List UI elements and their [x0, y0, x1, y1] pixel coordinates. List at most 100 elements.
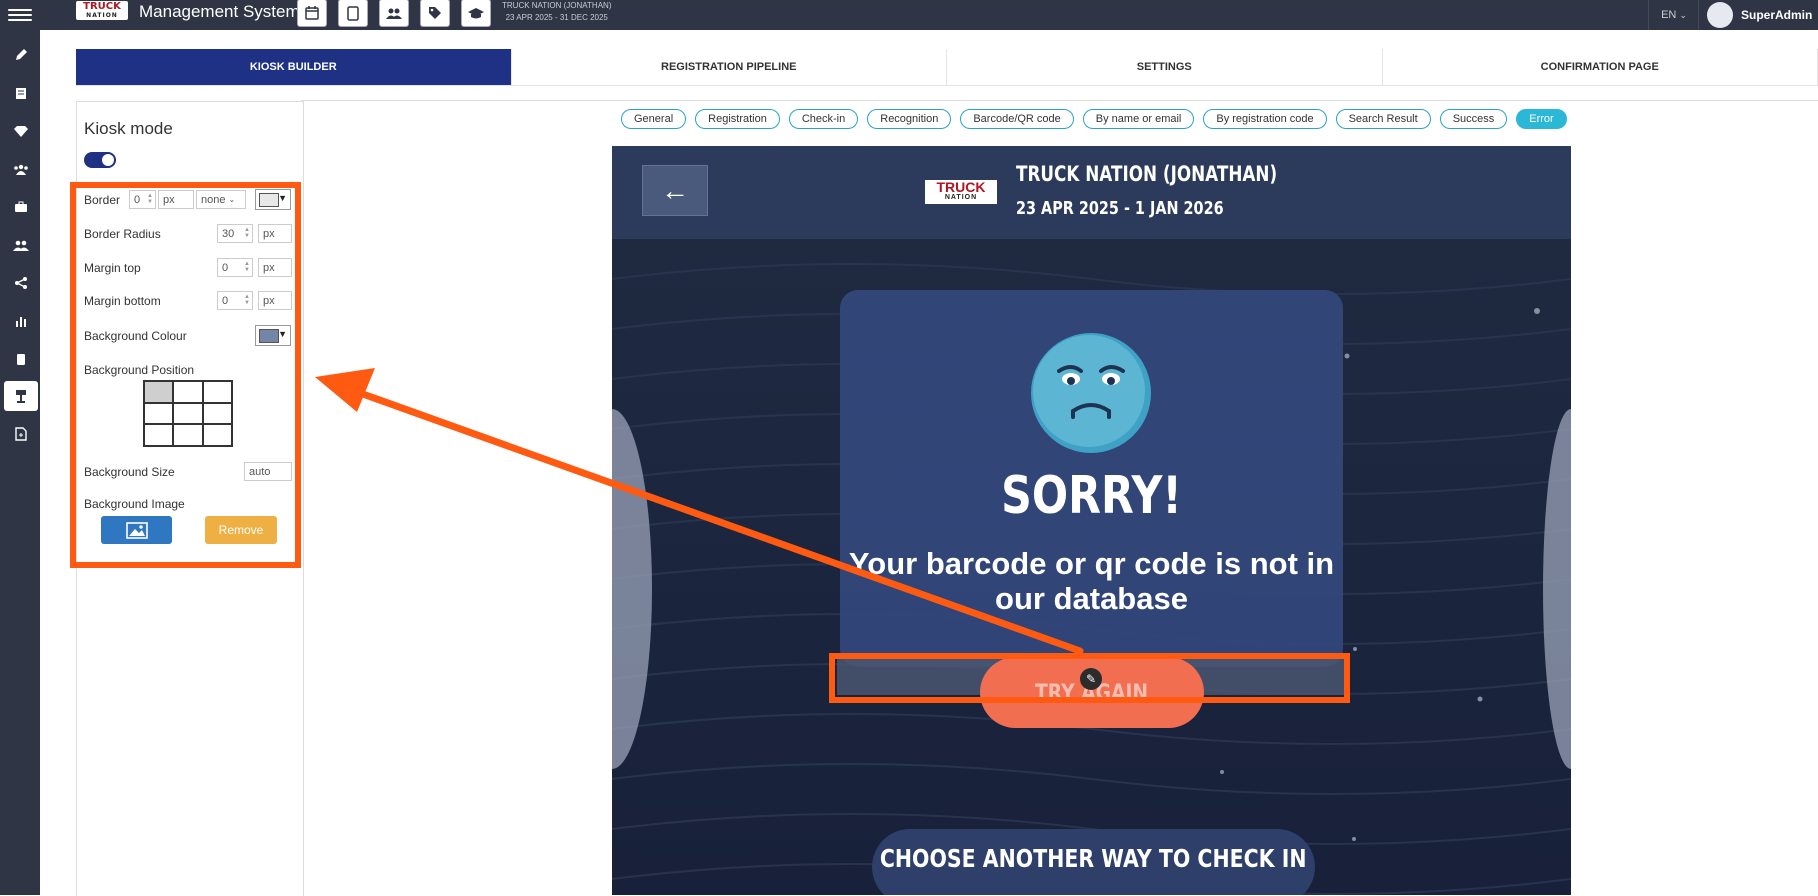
screen-pills: General Registration Check-in Recognitio…: [621, 109, 1567, 129]
briefcase-icon[interactable]: [4, 192, 38, 222]
kiosk-mode-label: Kiosk mode: [84, 119, 173, 139]
language-selector[interactable]: EN ⌄: [1648, 0, 1699, 30]
tablet-icon[interactable]: [338, 0, 368, 27]
position-bottom-center[interactable]: [173, 424, 202, 446]
background-size-select[interactable]: auto: [244, 462, 292, 481]
kiosk-logo-text: TRUCK: [937, 179, 986, 195]
tab-confirmation-page[interactable]: CONFIRMATION PAGE: [1383, 49, 1818, 85]
position-top-left[interactable]: [144, 381, 173, 403]
background-image-label: Background Image: [84, 497, 185, 511]
tab-registration-pipeline[interactable]: REGISTRATION PIPELINE: [512, 49, 948, 85]
top-bar: TRUCK NATION Management System TRUCK NAT…: [0, 0, 1818, 30]
diamond-icon[interactable]: [4, 116, 38, 146]
border-radius-unit-select[interactable]: px: [258, 224, 292, 243]
tab-kiosk-builder[interactable]: KIOSK BUILDER: [76, 49, 512, 85]
caret-down-icon: ▼: [278, 329, 287, 339]
spinner-icon: ▲▼: [244, 261, 250, 273]
pill-registration[interactable]: Registration: [695, 109, 780, 129]
brand-logo-text: TRUCK: [83, 1, 121, 12]
background-colour-label: Background Colour: [84, 329, 187, 343]
position-bottom-left[interactable]: [144, 424, 173, 446]
choose-another-way-label: CHOOSE ANOTHER WAY TO CHECK IN: [880, 844, 1307, 873]
edit-pencil-icon[interactable]: ✎: [1080, 668, 1102, 690]
sad-face-icon: [1029, 331, 1153, 455]
bar-chart-icon[interactable]: [4, 306, 38, 336]
pill-check-in[interactable]: Check-in: [789, 109, 858, 129]
users-icon[interactable]: [379, 0, 409, 27]
pill-success[interactable]: Success: [1440, 109, 1508, 129]
position-top-right[interactable]: [203, 381, 232, 403]
pill-by-name-email[interactable]: By name or email: [1083, 109, 1195, 129]
kiosk-stand-icon[interactable]: [4, 381, 38, 411]
remove-image-button[interactable]: Remove: [205, 516, 277, 544]
margin-top-input[interactable]: 0 ▲▼: [217, 258, 253, 277]
calendar-icon[interactable]: [297, 0, 327, 27]
event-dates: 23 APR 2025 - 31 DEC 2025: [502, 12, 611, 24]
border-unit-value: px: [163, 194, 175, 206]
graduation-cap-icon[interactable]: [461, 0, 491, 27]
back-button[interactable]: ←: [642, 165, 708, 216]
form-icon[interactable]: [4, 78, 38, 108]
position-center-right[interactable]: [203, 403, 232, 425]
position-center-left[interactable]: [144, 403, 173, 425]
border-style-value: none: [201, 194, 225, 206]
kiosk-mode-toggle[interactable]: [84, 152, 116, 168]
sidebar: [0, 30, 40, 895]
pill-error[interactable]: Error: [1516, 109, 1566, 129]
group-icon[interactable]: [4, 154, 38, 184]
main-tabs: KIOSK BUILDER REGISTRATION PIPELINE SETT…: [76, 49, 1818, 86]
border-width-input[interactable]: 0 ▲▼: [129, 190, 156, 209]
border-color-picker[interactable]: ▼: [255, 189, 291, 210]
background-colour-chip: [259, 329, 279, 343]
border-radius-input[interactable]: 30 ▲▼: [217, 224, 253, 243]
pill-search-result[interactable]: Search Result: [1336, 109, 1431, 129]
user-menu[interactable]: SuperAdmin: [1698, 0, 1812, 30]
pencil-icon[interactable]: [4, 40, 38, 70]
tag-icon[interactable]: [420, 0, 450, 27]
pill-general[interactable]: General: [621, 109, 686, 129]
image-icon: [126, 522, 148, 539]
error-message: Your barcode or qr code is not in our da…: [840, 546, 1343, 616]
kiosk-header: ← TRUCK NATION TRUCK NATION (JONATHAN) 2…: [612, 146, 1571, 239]
app-title: Management System: [139, 2, 300, 22]
pill-recognition[interactable]: Recognition: [867, 109, 951, 129]
kiosk-preview: ← TRUCK NATION TRUCK NATION (JONATHAN) 2…: [612, 146, 1571, 895]
margin-bottom-input[interactable]: 0 ▲▼: [217, 291, 253, 310]
chevron-down-icon: ⌄: [228, 195, 235, 204]
kiosk-event-dates: 23 APR 2025 - 1 JAN 2026: [1016, 198, 1224, 219]
event-name: TRUCK NATION (JONATHAN): [502, 0, 611, 12]
margin-top-unit-value: px: [263, 262, 275, 274]
border-radius-unit-value: px: [263, 228, 275, 240]
margin-bottom-unit-select[interactable]: px: [258, 291, 292, 310]
border-unit-select[interactable]: px: [158, 190, 194, 209]
people-icon[interactable]: [4, 230, 38, 260]
menu-icon[interactable]: [8, 6, 32, 24]
border-label: Border: [84, 193, 120, 207]
document-icon[interactable]: [4, 419, 38, 449]
choose-another-way-button[interactable]: CHOOSE ANOTHER WAY TO CHECK IN: [872, 829, 1315, 895]
pill-by-registration-code[interactable]: By registration code: [1203, 109, 1326, 129]
margin-top-unit-select[interactable]: px: [258, 258, 292, 277]
tablet-icon[interactable]: [4, 344, 38, 374]
position-bottom-right[interactable]: [203, 424, 232, 446]
margin-top-value: 0: [222, 262, 228, 274]
top-icon-group: [297, 0, 491, 27]
border-radius-value: 30: [222, 228, 234, 240]
border-color-chip: [259, 193, 279, 207]
content-divider: [301, 100, 1818, 101]
pill-barcode-qr[interactable]: Barcode/QR code: [960, 109, 1073, 129]
tab-settings[interactable]: SETTINGS: [947, 49, 1383, 85]
brand-logo-subtext: NATION: [76, 12, 128, 19]
event-info: TRUCK NATION (JONATHAN) 23 APR 2025 - 31…: [502, 0, 611, 24]
upload-image-button[interactable]: [101, 516, 172, 544]
share-icon[interactable]: [4, 268, 38, 298]
position-center[interactable]: [173, 403, 202, 425]
kiosk-logo: TRUCK NATION: [925, 180, 997, 204]
spinner-icon: ▲▼: [147, 193, 153, 205]
position-top-center[interactable]: [173, 381, 202, 403]
background-colour-picker[interactable]: ▼: [255, 325, 291, 346]
margin-bottom-unit-value: px: [263, 295, 275, 307]
background-position-label: Background Position: [84, 363, 194, 377]
background-position-grid: [143, 380, 233, 447]
border-style-select[interactable]: none ⌄: [196, 190, 246, 209]
